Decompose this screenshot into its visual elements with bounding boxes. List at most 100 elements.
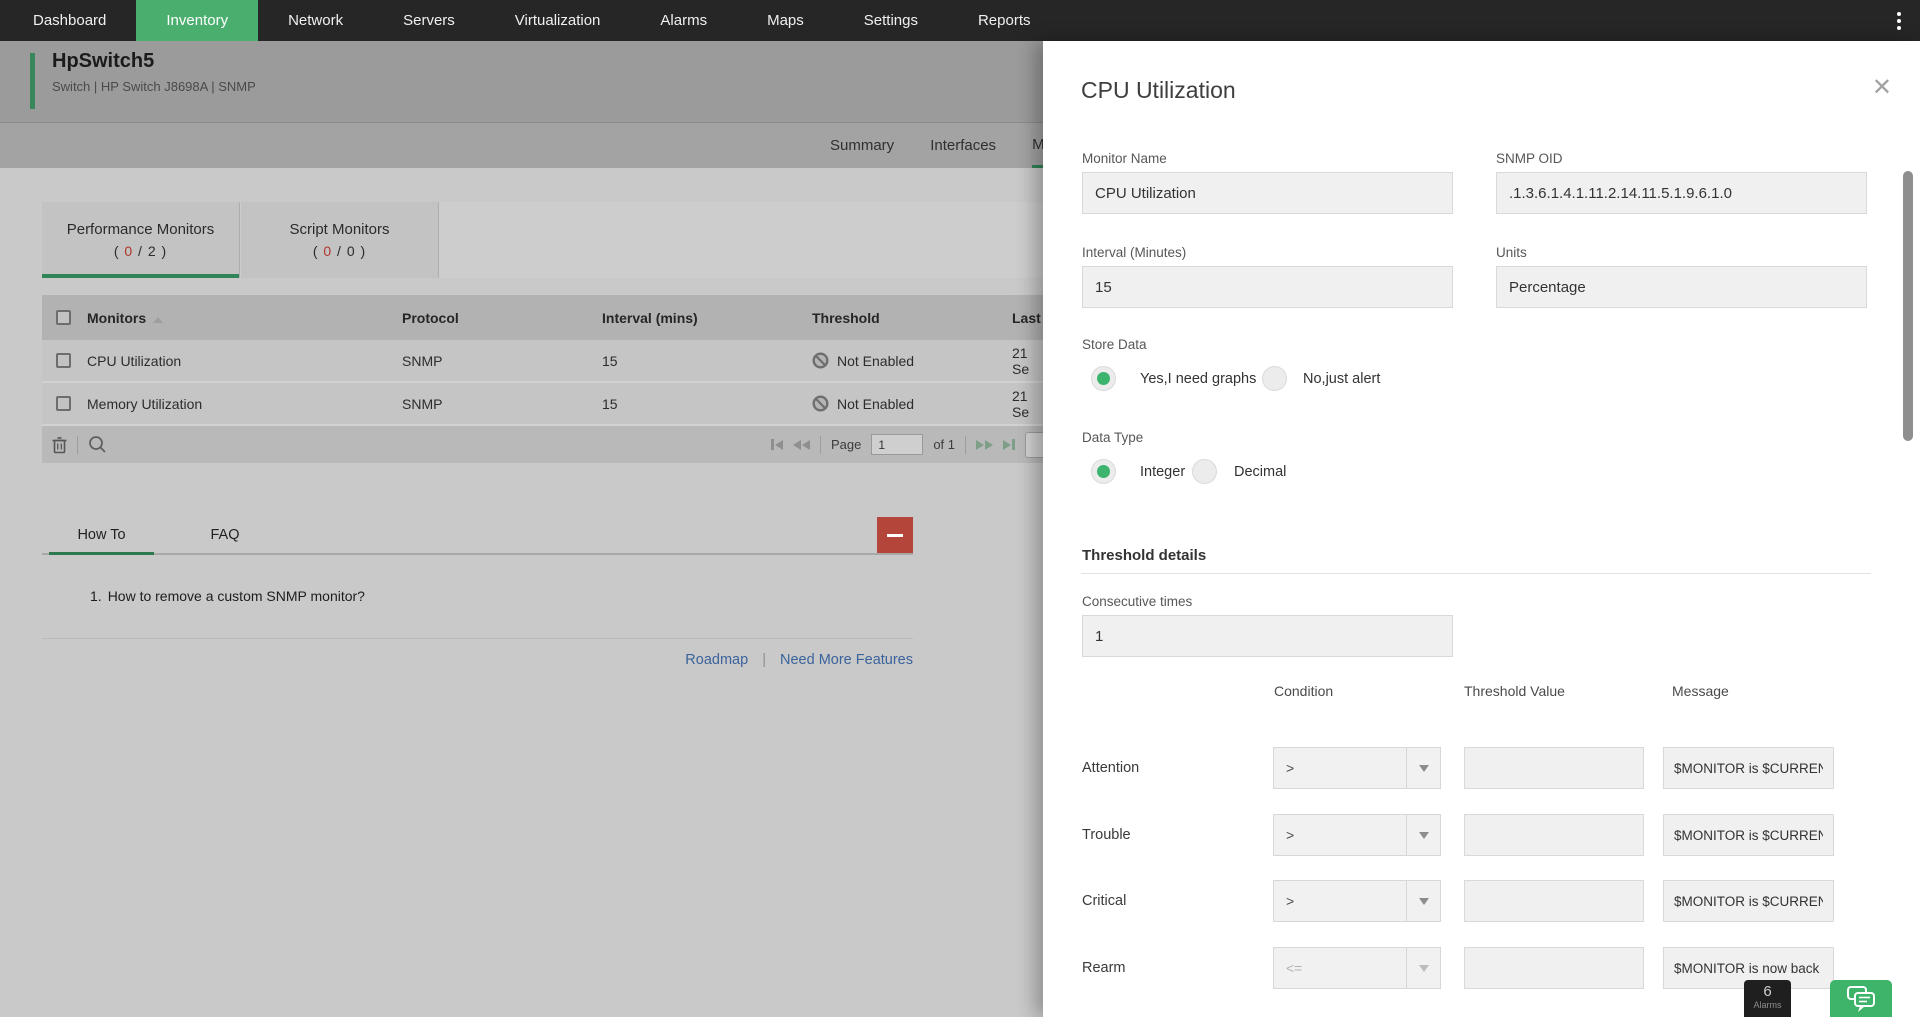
protocol-cell: SNMP (402, 395, 443, 412)
footer-links: Roadmap | Need More Features (42, 652, 913, 668)
tab-faq[interactable]: FAQ (192, 518, 258, 555)
nav-item-reports[interactable]: Reports (948, 0, 1061, 41)
tab-label: Script Monitors (289, 221, 390, 238)
snmp-oid-field[interactable] (1496, 172, 1867, 214)
roadmap-link[interactable]: Roadmap (685, 652, 748, 668)
table-row[interactable]: Memory Utilization SNMP 15 Not Enabled 2… (42, 383, 1043, 426)
tab-count: ( 0 / 0 ) (312, 243, 367, 259)
attention-threshold-value-field[interactable] (1464, 747, 1644, 789)
chat-button[interactable] (1830, 980, 1892, 1017)
tab-summary[interactable]: Summary (830, 123, 894, 168)
select-all-checkbox[interactable] (56, 310, 71, 325)
alarm-caption: Alarms (1753, 1000, 1782, 1010)
tab-how-to[interactable]: How To (49, 518, 154, 555)
first-page-button[interactable] (770, 439, 783, 450)
tab-count: ( 0 / 2 ) (113, 243, 168, 259)
link-separator: | (762, 652, 766, 668)
snmp-oid-label: SNMP OID (1496, 151, 1563, 166)
col-monitors[interactable]: Monitors (87, 310, 402, 326)
trouble-threshold-value-field[interactable] (1464, 814, 1644, 856)
tab-performance-monitors[interactable]: Performance Monitors ( 0 / 2 ) (42, 202, 240, 278)
nav-item-settings[interactable]: Settings (834, 0, 948, 41)
critical-condition-select[interactable]: > (1273, 880, 1441, 922)
help-item-number: 1. (90, 588, 102, 604)
table-row[interactable]: CPU Utilization SNMP 15 Not Enabled 21 S… (42, 340, 1043, 383)
panel-scrollbar[interactable] (1903, 171, 1913, 441)
col-last: Last (1012, 309, 1041, 326)
help-item-text: How to remove a custom SNMP monitor? (107, 588, 365, 604)
nav-item-virtualization[interactable]: Virtualization (485, 0, 631, 41)
toolbar-divider (77, 435, 78, 454)
data-type-integer-radio[interactable] (1091, 459, 1116, 484)
rearm-threshold-value-field[interactable] (1464, 947, 1644, 989)
attention-message-field[interactable] (1663, 747, 1834, 789)
page-of-label: of 1 (933, 437, 955, 452)
not-enabled-icon (812, 352, 829, 369)
nav-item-inventory[interactable]: Inventory (136, 0, 259, 41)
nav-item-servers[interactable]: Servers (373, 0, 485, 41)
interval-cell: 15 (602, 352, 618, 369)
threshold-cell: Not Enabled (812, 395, 1012, 412)
prev-page-button[interactable] (792, 439, 810, 450)
interval-field[interactable] (1082, 266, 1453, 308)
consecutive-times-label: Consecutive times (1082, 594, 1193, 609)
help-divider (42, 638, 913, 639)
pagination-divider (965, 435, 966, 454)
monitor-name-field[interactable] (1082, 172, 1453, 214)
col-interval: Interval (mins) (602, 309, 698, 326)
nav-item-alarms[interactable]: Alarms (630, 0, 737, 41)
store-data-no-label: No,just alert (1303, 371, 1381, 387)
more-options-kebab-icon[interactable] (1878, 0, 1920, 41)
store-data-yes-radio[interactable] (1091, 366, 1116, 391)
chevron-down-icon (1406, 748, 1440, 788)
chat-icon (1847, 985, 1875, 1012)
store-data-yes-label: Yes,I need graphs (1140, 371, 1257, 387)
nav-item-dashboard[interactable]: Dashboard (3, 0, 136, 41)
device-accent-bar (30, 53, 35, 109)
last-page-button[interactable] (1003, 439, 1015, 450)
next-page-button[interactable] (976, 439, 993, 450)
monitor-tabs-strip: Performance Monitors ( 0 / 2 ) Script Mo… (42, 202, 1043, 278)
store-data-label: Store Data (1082, 337, 1147, 352)
tab-script-monitors[interactable]: Script Monitors ( 0 / 0 ) (241, 202, 439, 278)
row-checkbox[interactable] (56, 353, 71, 368)
nav-item-network[interactable]: Network (258, 0, 373, 41)
attention-row-label: Attention (1082, 760, 1140, 776)
delete-icon[interactable] (52, 436, 67, 454)
search-icon[interactable] (88, 435, 107, 454)
units-label: Units (1496, 245, 1527, 260)
monitor-name-label: Monitor Name (1082, 151, 1167, 166)
collapse-help-button[interactable] (877, 517, 913, 553)
panel-title: CPU Utilization (1081, 77, 1236, 103)
message-header: Message (1672, 683, 1729, 699)
sort-caret-icon (153, 316, 164, 323)
threshold-cell: Not Enabled (812, 352, 1012, 369)
last-cell: 21 Se (1012, 344, 1030, 377)
critical-message-field[interactable] (1663, 880, 1834, 922)
critical-threshold-value-field[interactable] (1464, 880, 1644, 922)
data-type-label: Data Type (1082, 430, 1144, 445)
close-icon[interactable]: ✕ (1872, 73, 1892, 102)
device-name: HpSwitch5 (52, 50, 155, 72)
store-data-no-radio[interactable] (1262, 366, 1287, 391)
data-type-decimal-radio[interactable] (1192, 459, 1217, 484)
chevron-down-icon (1406, 881, 1440, 921)
rearm-row-label: Rearm (1082, 960, 1126, 976)
col-threshold: Threshold (812, 309, 880, 326)
need-more-features-link[interactable]: Need More Features (780, 652, 913, 668)
help-item[interactable]: 1. How to remove a custom SNMP monitor? (90, 588, 365, 604)
top-navigation: Dashboard Inventory Network Servers Virt… (0, 0, 1920, 41)
units-field[interactable] (1496, 266, 1867, 308)
page-number-input[interactable] (871, 434, 924, 455)
condition-header: Condition (1274, 683, 1334, 699)
trouble-message-field[interactable] (1663, 814, 1834, 856)
critical-row-label: Critical (1082, 893, 1127, 909)
nav-item-maps[interactable]: Maps (737, 0, 834, 41)
chevron-down-icon (1406, 815, 1440, 855)
attention-condition-select[interactable]: > (1273, 747, 1441, 789)
alarms-badge[interactable]: 6 Alarms (1744, 980, 1791, 1017)
tab-interfaces[interactable]: Interfaces (930, 123, 996, 168)
row-checkbox[interactable] (56, 396, 71, 411)
trouble-condition-select[interactable]: > (1273, 814, 1441, 856)
consecutive-times-field[interactable] (1082, 615, 1453, 657)
